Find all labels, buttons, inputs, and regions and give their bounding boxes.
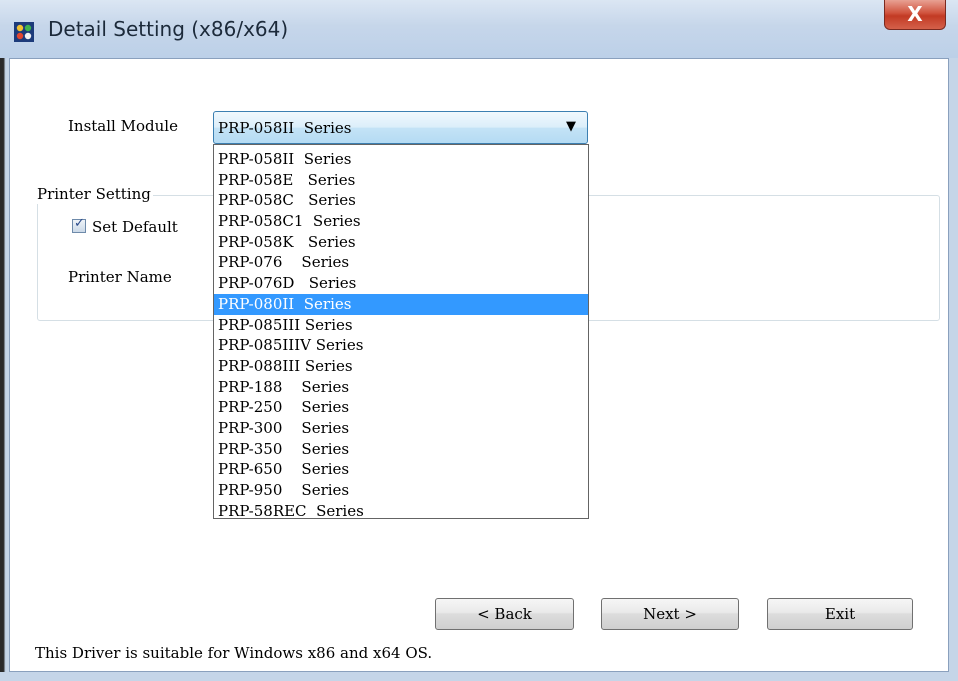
window-title: Detail Setting (x86/x64)	[48, 17, 289, 41]
footer-note: This Driver is suitable for Windows x86 …	[35, 644, 433, 662]
dropdown-option[interactable]: PRP-058C1 Series	[214, 211, 588, 232]
dropdown-option[interactable]: PRP-076D Series	[214, 273, 588, 294]
window-frame-left	[0, 58, 9, 681]
dropdown-option[interactable]: PRP-058C Series	[214, 190, 588, 211]
dropdown-option[interactable]: PRP-058II Series	[214, 149, 588, 170]
install-module-combobox[interactable]: PRP-058II Series ▼	[213, 111, 588, 144]
dropdown-option[interactable]: PRP-650 Series	[214, 459, 588, 480]
detail-setting-window: Detail Setting (x86/x64) X Printer Setti…	[0, 0, 958, 681]
install-module-label: Install Module	[68, 117, 178, 135]
install-module-dropdown-list[interactable]: PRP-058II Series PRP-058E Series PRP-058C …	[213, 144, 589, 522]
title-bar[interactable]: Detail Setting (x86/x64) X	[0, 0, 958, 59]
dropdown-option[interactable]: PRP-076 Series	[214, 252, 588, 273]
dropdown-option[interactable]: PRP-250 Series	[214, 397, 588, 418]
next-button[interactable]: Next >	[601, 598, 739, 630]
exit-button[interactable]: Exit	[767, 598, 913, 630]
set-default-checkbox[interactable]: ✓	[72, 216, 86, 233]
close-icon: X	[907, 2, 923, 26]
back-button[interactable]: < Back	[435, 598, 574, 630]
printer-setting-legend: Printer Setting	[35, 184, 153, 204]
printer-name-label: Printer Name	[68, 268, 172, 286]
dropdown-option[interactable]: PRP-188 Series	[214, 377, 588, 398]
dropdown-option[interactable]: PRP-350 Series	[214, 439, 588, 460]
dropdown-option[interactable]: PRP-58REC Series	[214, 501, 588, 522]
close-button[interactable]: X	[884, 0, 946, 30]
dropdown-option[interactable]: PRP-300 Series	[214, 418, 588, 439]
checkmark-icon: ✓	[74, 216, 85, 231]
dropdown-option[interactable]: PRP-088III Series	[214, 356, 588, 377]
install-module-selected-value: PRP-058II Series	[218, 119, 352, 137]
dropdown-option[interactable]: PRP-058E Series	[214, 170, 588, 191]
app-icon	[14, 22, 34, 42]
window-frame-right	[949, 58, 958, 681]
dropdown-option[interactable]: PRP-085III Series	[214, 315, 588, 336]
window-frame-bottom	[0, 672, 958, 681]
dropdown-option[interactable]: PRP-080II Series	[214, 293, 588, 315]
dropdown-option[interactable]: PRP-058K Series	[214, 232, 588, 253]
set-default-label[interactable]: Set Default	[92, 217, 178, 237]
dropdown-arrow-icon[interactable]: ▼	[566, 119, 576, 134]
dropdown-option[interactable]: PRP-950 Series	[214, 480, 588, 501]
dropdown-option[interactable]: PRP-085IIIV Series	[214, 335, 588, 356]
